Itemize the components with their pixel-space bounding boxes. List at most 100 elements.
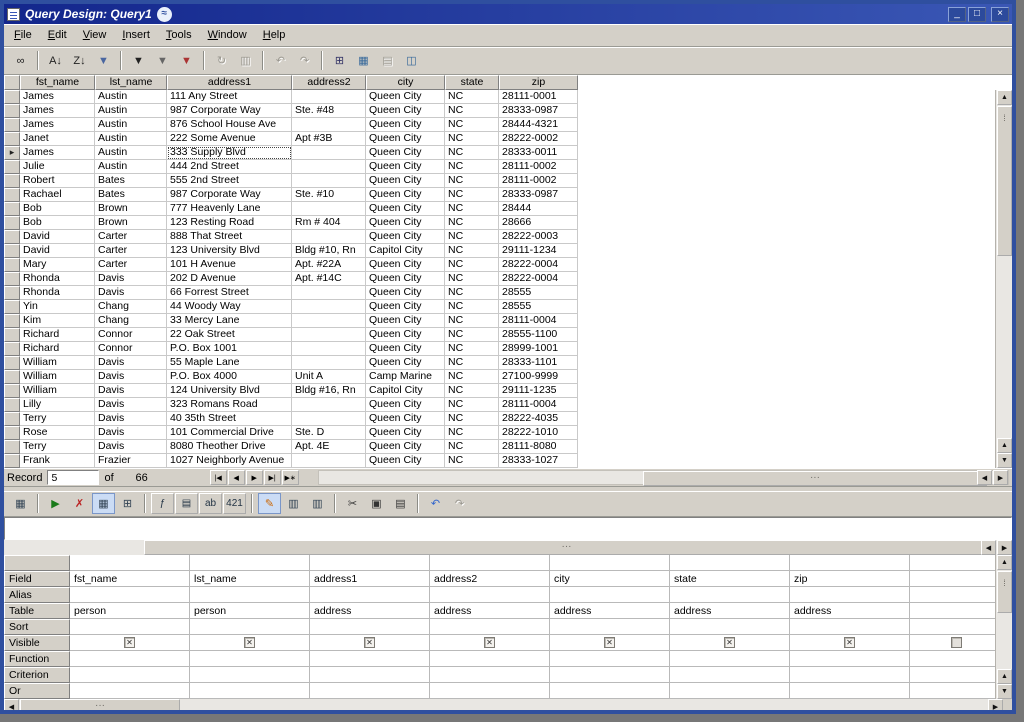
design-view-on-off-icon[interactable]: ▦ bbox=[92, 493, 115, 514]
cell[interactable]: 28222-1010 bbox=[499, 426, 578, 440]
cell[interactable] bbox=[292, 160, 366, 174]
column-header-state[interactable]: state bbox=[445, 75, 499, 90]
cell[interactable] bbox=[292, 202, 366, 216]
column-header-zip[interactable]: zip bbox=[499, 75, 578, 90]
cell[interactable]: Queen City bbox=[366, 286, 445, 300]
row-header[interactable] bbox=[4, 356, 20, 370]
cell[interactable]: NC bbox=[445, 342, 499, 356]
cell[interactable]: William bbox=[20, 356, 95, 370]
cell[interactable]: 28333-1101 bbox=[499, 356, 578, 370]
row-header[interactable] bbox=[4, 202, 20, 216]
menu-file[interactable]: File bbox=[6, 26, 40, 44]
cell[interactable]: 29111-1234 bbox=[499, 244, 578, 258]
design-cell[interactable] bbox=[70, 635, 190, 651]
cell[interactable]: Queen City bbox=[366, 454, 445, 468]
visible-checkbox[interactable] bbox=[484, 637, 495, 648]
design-cell[interactable] bbox=[790, 587, 910, 603]
data-to-text-icon[interactable]: ▦ bbox=[352, 50, 375, 71]
scroll-up-icon[interactable] bbox=[997, 555, 1012, 570]
row-header[interactable] bbox=[4, 314, 20, 328]
design-cell[interactable] bbox=[670, 667, 790, 683]
cell[interactable]: Austin bbox=[95, 146, 167, 160]
design-cell[interactable] bbox=[310, 635, 430, 651]
design-cell[interactable] bbox=[310, 667, 430, 683]
cell[interactable] bbox=[292, 454, 366, 468]
row-header[interactable] bbox=[4, 412, 20, 426]
new-record-button[interactable]: ▶∗ bbox=[282, 470, 299, 485]
design-cell[interactable] bbox=[190, 635, 310, 651]
cell[interactable]: Carter bbox=[95, 258, 167, 272]
cell[interactable]: Chang bbox=[95, 314, 167, 328]
design-cell[interactable] bbox=[310, 587, 430, 603]
cell[interactable]: Capitol City bbox=[366, 384, 445, 398]
cell[interactable]: Ste. #48 bbox=[292, 104, 366, 118]
cell[interactable]: NC bbox=[445, 188, 499, 202]
design-cell[interactable] bbox=[910, 619, 1003, 635]
scroll-left-icon[interactable] bbox=[4, 699, 19, 714]
cell[interactable]: Queen City bbox=[366, 90, 445, 104]
cell[interactable] bbox=[292, 356, 366, 370]
row-header[interactable] bbox=[4, 426, 20, 440]
cell[interactable]: NC bbox=[445, 244, 499, 258]
cell[interactable]: Austin bbox=[95, 160, 167, 174]
cell[interactable]: Carter bbox=[95, 230, 167, 244]
design-cell[interactable]: zip bbox=[790, 571, 910, 587]
cell[interactable] bbox=[292, 342, 366, 356]
row-header[interactable] bbox=[4, 454, 20, 468]
cell[interactable]: 888 That Street bbox=[167, 230, 292, 244]
cell[interactable]: Ste. #10 bbox=[292, 188, 366, 202]
design-cell[interactable] bbox=[670, 635, 790, 651]
scroll-up-icon[interactable] bbox=[997, 669, 1012, 684]
query-table-pane[interactable] bbox=[4, 517, 1012, 540]
row-header[interactable] bbox=[4, 328, 20, 342]
cell[interactable]: Connor bbox=[95, 342, 167, 356]
row-header[interactable] bbox=[4, 188, 20, 202]
design-cell[interactable] bbox=[190, 555, 310, 571]
row-header[interactable] bbox=[4, 440, 20, 454]
cell[interactable]: 28222-4035 bbox=[499, 412, 578, 426]
cell[interactable]: 28333-0987 bbox=[499, 188, 578, 202]
cell[interactable]: NC bbox=[445, 132, 499, 146]
standard-filter-icon[interactable]: ▼ bbox=[151, 50, 174, 71]
design-cell[interactable] bbox=[70, 587, 190, 603]
cell[interactable]: NC bbox=[445, 146, 499, 160]
cell[interactable]: P.O. Box 4000 bbox=[167, 370, 292, 384]
design-cell[interactable]: address bbox=[430, 603, 550, 619]
cell[interactable]: 777 Heavenly Lane bbox=[167, 202, 292, 216]
scrollbar-thumb[interactable] bbox=[20, 699, 180, 714]
design-cell[interactable] bbox=[910, 587, 1003, 603]
cell[interactable]: Davis bbox=[95, 398, 167, 412]
close-button[interactable]: × bbox=[991, 7, 1009, 22]
design-cell[interactable] bbox=[430, 555, 550, 571]
cell[interactable]: 28555-1100 bbox=[499, 328, 578, 342]
design-cell[interactable]: address1 bbox=[310, 571, 430, 587]
design-cell[interactable] bbox=[310, 619, 430, 635]
visible-checkbox[interactable] bbox=[244, 637, 255, 648]
cell[interactable] bbox=[292, 118, 366, 132]
cell[interactable]: James bbox=[20, 118, 95, 132]
row-header[interactable] bbox=[4, 286, 20, 300]
cell[interactable]: 28111-8080 bbox=[499, 440, 578, 454]
cell[interactable]: NC bbox=[445, 300, 499, 314]
design-cell[interactable] bbox=[190, 683, 310, 699]
cell[interactable]: Julie bbox=[20, 160, 95, 174]
cell[interactable]: 28111-0001 bbox=[499, 90, 578, 104]
cell[interactable]: 28555 bbox=[499, 300, 578, 314]
design-cell[interactable]: person bbox=[70, 603, 190, 619]
cell[interactable]: Frank bbox=[20, 454, 95, 468]
data-source-of-current-document-icon[interactable]: ◫ bbox=[400, 50, 423, 71]
design-cell[interactable] bbox=[790, 635, 910, 651]
menu-edit[interactable]: Edit bbox=[40, 26, 75, 44]
design-grid-hscrollbar[interactable] bbox=[4, 699, 1003, 714]
row-header[interactable] bbox=[4, 384, 20, 398]
cell[interactable]: Davis bbox=[95, 356, 167, 370]
row-header[interactable] bbox=[4, 398, 20, 412]
cell[interactable]: James bbox=[20, 104, 95, 118]
table-name-icon[interactable]: ▤ bbox=[175, 493, 198, 514]
visible-checkbox[interactable] bbox=[124, 637, 135, 648]
cell[interactable]: Queen City bbox=[366, 174, 445, 188]
cell[interactable]: NC bbox=[445, 384, 499, 398]
redo-icon[interactable]: ↷ bbox=[293, 50, 316, 71]
save-icon[interactable]: ▥ bbox=[282, 493, 305, 514]
record-hscrollbar[interactable] bbox=[318, 470, 1009, 485]
